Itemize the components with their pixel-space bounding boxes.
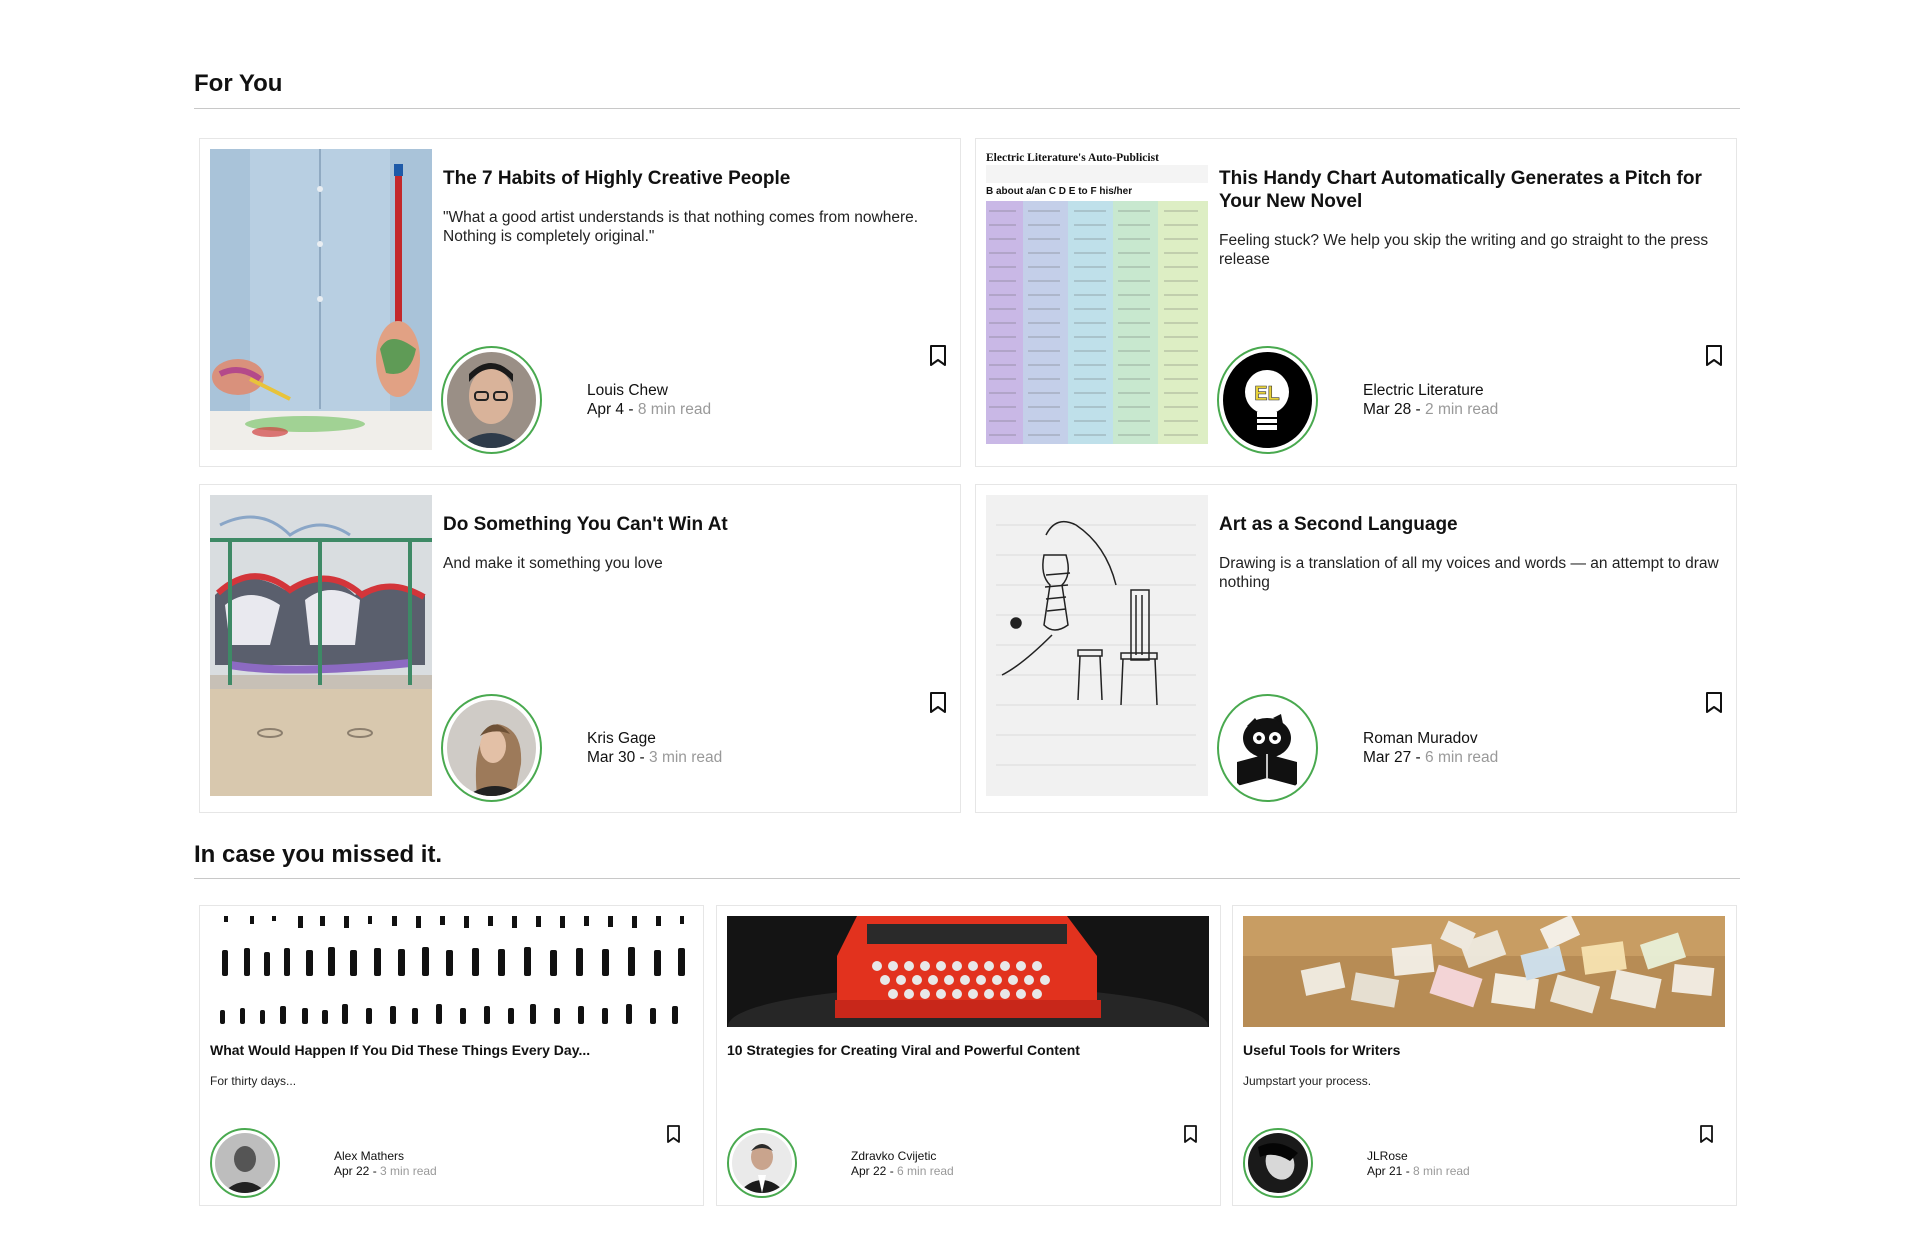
article-subtitle: Jumpstart your process.	[1243, 1074, 1372, 1088]
graffiti-wall-image[interactable]	[210, 495, 432, 796]
bookmark-icon[interactable]	[1183, 1125, 1198, 1144]
article-meta: Mar 27 - 6 min read	[1363, 748, 1498, 767]
auto-publicist-chart-image[interactable]: Electric Literature's Auto-Publicist B a…	[986, 149, 1208, 450]
article-card[interactable]: Do Something You Can't Win At And make i…	[199, 484, 961, 813]
article-meta: Apr 4 - 8 min read	[587, 400, 711, 419]
publish-date: Apr 22 -	[851, 1164, 898, 1178]
article-card[interactable]: Art as a Second Language Drawing is a tr…	[975, 484, 1737, 813]
article-title[interactable]: Art as a Second Language	[1219, 513, 1719, 536]
author-avatar[interactable]	[210, 1128, 280, 1198]
article-card[interactable]: Useful Tools for Writers Jumpstart your …	[1232, 905, 1737, 1206]
man-bw-avatar	[215, 1133, 275, 1193]
article-meta: Apr 22 - 3 min read	[334, 1164, 437, 1179]
author-name[interactable]: Roman Muradov	[1363, 729, 1478, 748]
chart-header: Electric Literature's Auto-Publicist	[986, 152, 1159, 164]
author-name[interactable]: JLRose	[1367, 1149, 1408, 1164]
read-time: 3 min read	[380, 1164, 437, 1178]
author-avatar[interactable]: EL	[1217, 346, 1318, 454]
publish-date: Mar 30 -	[587, 749, 650, 766]
author-name[interactable]: Zdravko Cvijetic	[851, 1149, 936, 1164]
article-meta: Apr 21 - 8 min read	[1367, 1164, 1470, 1179]
author-name[interactable]: Kris Gage	[587, 729, 656, 748]
author-avatar[interactable]	[441, 694, 542, 802]
man-suit-avatar	[732, 1133, 792, 1193]
bookmark-icon[interactable]	[666, 1125, 681, 1144]
read-time: 2 min read	[1425, 401, 1499, 418]
red-typewriter-image[interactable]	[727, 916, 1209, 1027]
section-title-missed: In case you missed it.	[194, 841, 443, 868]
bookmark-icon[interactable]	[929, 692, 947, 714]
article-subtitle: Drawing is a translation of all my voice…	[1219, 555, 1719, 591]
article-meta: Mar 30 - 3 min read	[587, 748, 722, 767]
section-divider	[194, 878, 1740, 879]
sketch-drawing-image[interactable]	[986, 495, 1208, 796]
logo-text: EL	[1254, 383, 1280, 405]
author-avatar[interactable]	[727, 1128, 797, 1198]
author-name[interactable]: Louis Chew	[587, 381, 668, 400]
article-title[interactable]: What Would Happen If You Did These Thing…	[210, 1042, 690, 1058]
bookmark-icon[interactable]	[1705, 692, 1723, 714]
article-subtitle: And make it something you love	[443, 555, 663, 572]
author-avatar[interactable]	[1243, 1128, 1313, 1198]
article-title[interactable]: Do Something You Can't Win At	[443, 513, 943, 536]
article-subtitle: "What a good artist understands is that …	[443, 209, 919, 245]
read-time: 6 min read	[1425, 749, 1499, 766]
bookmark-icon[interactable]	[1699, 1125, 1714, 1144]
article-subtitle: Feeling stuck? We help you skip the writ…	[1219, 232, 1709, 268]
article-card[interactable]: Electric Literature's Auto-Publicist B a…	[975, 138, 1737, 467]
author-name[interactable]: Electric Literature	[1363, 381, 1484, 400]
read-time: 8 min read	[1413, 1164, 1470, 1178]
bookmark-icon[interactable]	[929, 345, 947, 367]
read-time: 3 min read	[649, 749, 723, 766]
article-title[interactable]: The 7 Habits of Highly Creative People	[443, 167, 943, 190]
painted-hands-image[interactable]	[210, 149, 432, 450]
article-title[interactable]: This Handy Chart Automatically Generates…	[1219, 167, 1719, 213]
section-divider	[194, 108, 1740, 109]
read-time: 8 min read	[637, 401, 712, 418]
tally-marks-image[interactable]	[210, 916, 692, 1027]
publish-date: Apr 21 -	[1367, 1164, 1414, 1178]
bird-reading-avatar	[1223, 700, 1312, 796]
lightbulb-logo-avatar: EL	[1223, 352, 1312, 448]
publish-date: Apr 4 -	[587, 401, 638, 418]
article-card[interactable]: What Would Happen If You Did These Thing…	[199, 905, 704, 1206]
publish-date: Apr 22 -	[334, 1164, 381, 1178]
person-bw-avatar	[1248, 1133, 1308, 1193]
article-subtitle: For thirty days...	[210, 1074, 297, 1088]
bookmark-icon[interactable]	[1705, 345, 1723, 367]
author-avatar[interactable]	[441, 346, 542, 454]
article-title[interactable]: Useful Tools for Writers	[1243, 1042, 1723, 1058]
woman-avatar	[447, 700, 536, 796]
read-time: 6 min read	[897, 1164, 954, 1178]
author-avatar[interactable]	[1217, 694, 1318, 802]
author-name[interactable]: Alex Mathers	[334, 1149, 404, 1164]
man-glasses-avatar	[447, 352, 536, 448]
section-title-for-you: For You	[194, 70, 283, 97]
paper-pile-image[interactable]	[1243, 916, 1725, 1027]
publish-date: Mar 27 -	[1363, 749, 1426, 766]
publish-date: Mar 28 -	[1363, 401, 1426, 418]
article-title[interactable]: 10 Strategies for Creating Viral and Pow…	[727, 1042, 1207, 1058]
article-meta: Apr 22 - 6 min read	[851, 1164, 954, 1179]
article-meta: Mar 28 - 2 min read	[1363, 400, 1498, 419]
chart-columns: B about a/an C D E to F his/her	[986, 186, 1132, 197]
article-card[interactable]: The 7 Habits of Highly Creative People "…	[199, 138, 961, 467]
article-card[interactable]: 10 Strategies for Creating Viral and Pow…	[716, 905, 1221, 1206]
